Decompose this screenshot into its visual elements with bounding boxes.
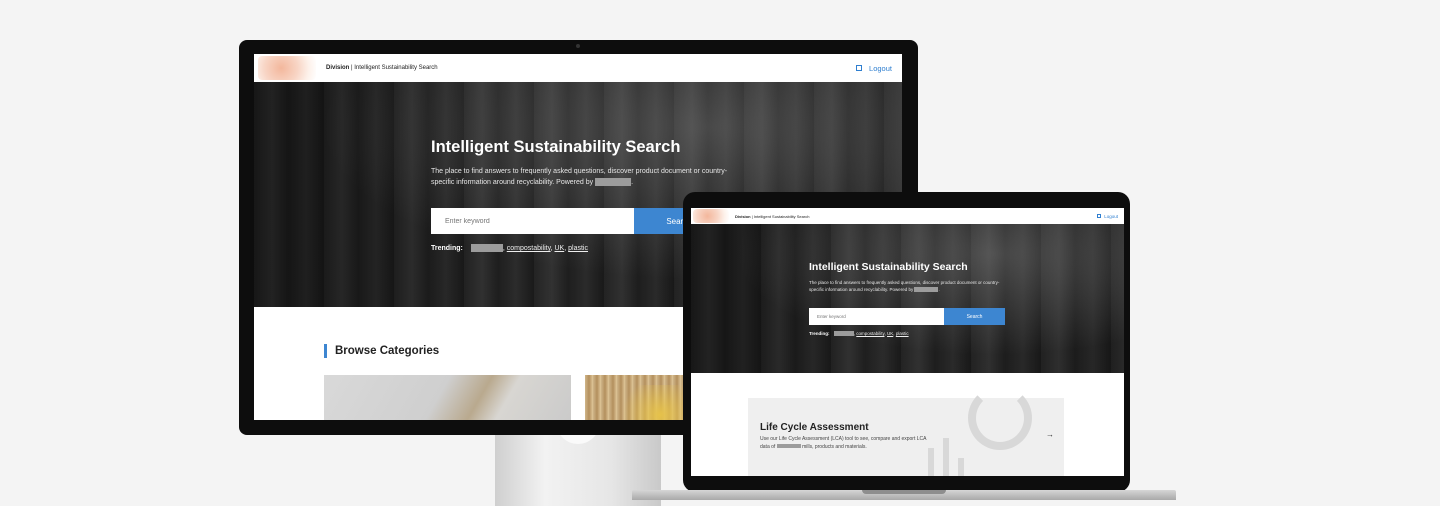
trending-label: Trending: bbox=[431, 244, 463, 252]
hero-description-end: . bbox=[938, 287, 940, 292]
brand-division: Division bbox=[735, 213, 751, 219]
browse-categories-title: Browse Categories bbox=[324, 344, 439, 358]
hero-background bbox=[691, 224, 1124, 373]
bar-graphic bbox=[958, 458, 964, 476]
redacted-text bbox=[595, 178, 632, 187]
trending-separator: , bbox=[564, 244, 567, 252]
bar-graphic bbox=[928, 448, 934, 476]
brand-product: | Intelligent Sustainability Search bbox=[750, 213, 810, 219]
redacted-trending bbox=[833, 331, 854, 337]
laptop-notch bbox=[862, 490, 946, 494]
trending-separator: , bbox=[853, 331, 856, 336]
trending-separator: , bbox=[893, 331, 895, 336]
app-header: Division | Intelligent Sustainability Se… bbox=[254, 54, 902, 82]
hero-section: Intelligent Sustainability Search The pl… bbox=[691, 224, 1124, 373]
monitor-camera bbox=[576, 44, 580, 48]
hero-description-text: The place to find answers to frequently … bbox=[431, 168, 728, 186]
trending-label: Trending: bbox=[809, 331, 830, 336]
category-card-image[interactable] bbox=[324, 375, 571, 420]
search-input[interactable] bbox=[809, 308, 944, 325]
logout-button[interactable]: Logout bbox=[856, 64, 892, 73]
trending-separator: , bbox=[550, 244, 553, 252]
hero-description: The place to find answers to frequently … bbox=[809, 279, 1009, 293]
search-button[interactable]: Search bbox=[944, 308, 1005, 325]
logout-button[interactable]: Logout bbox=[1097, 214, 1118, 219]
hero-description: The place to find answers to frequently … bbox=[431, 166, 731, 188]
logout-icon bbox=[1097, 214, 1102, 218]
hero-title: Intelligent Sustainability Search bbox=[809, 261, 968, 273]
trending-separator: , bbox=[884, 331, 886, 336]
redacted-text bbox=[776, 444, 801, 449]
laptop: Division | Intelligent Sustainability Se… bbox=[683, 192, 1130, 492]
lca-card-title: Life Cycle Assessment bbox=[760, 422, 869, 433]
search-input[interactable] bbox=[431, 208, 634, 234]
hero-description-text: The place to find answers to frequently … bbox=[809, 280, 1000, 292]
logout-label: Logout bbox=[869, 63, 892, 73]
trending-plastic[interactable]: plastic bbox=[896, 331, 909, 336]
brand-product: | Intelligent Sustainability Search bbox=[349, 65, 438, 71]
app-header: Division | Intelligent Sustainability Se… bbox=[691, 208, 1124, 224]
hero-title: Intelligent Sustainability Search bbox=[431, 138, 681, 156]
trending-compostability[interactable]: compostability bbox=[856, 331, 884, 336]
lca-card[interactable]: Life Cycle Assessment Use our Life Cycle… bbox=[748, 386, 1064, 476]
donut-graphic bbox=[968, 386, 1032, 450]
arrow-right-icon[interactable]: → bbox=[1046, 430, 1054, 439]
hero-description-end: . bbox=[631, 179, 634, 186]
laptop-screen: Division | Intelligent Sustainability Se… bbox=[691, 208, 1124, 476]
logout-label: Logout bbox=[1104, 213, 1118, 219]
header-brand: Division | Intelligent Sustainability Se… bbox=[735, 214, 809, 219]
trending-uk[interactable]: UK bbox=[555, 245, 565, 252]
brand-division: Division bbox=[326, 65, 350, 71]
bar-graphic bbox=[943, 438, 949, 476]
redacted-text bbox=[914, 287, 939, 293]
trending-compostability[interactable]: compostability bbox=[507, 245, 551, 252]
lca-desc-text-end: mills, products and materials. bbox=[802, 443, 867, 450]
company-logo bbox=[258, 56, 316, 80]
trending-separator: , bbox=[502, 244, 505, 252]
header-brand: Division | Intelligent Sustainability Se… bbox=[326, 65, 438, 71]
lca-card-description: Use our Life Cycle Assessment (LCA) tool… bbox=[760, 436, 930, 451]
trending-plastic[interactable]: plastic bbox=[568, 245, 588, 252]
logout-icon bbox=[856, 65, 863, 71]
trending-list: Trending: , compostability, UK, plastic bbox=[431, 244, 588, 252]
company-logo bbox=[693, 209, 729, 223]
trending-list: Trending: , compostability, UK, plastic bbox=[809, 331, 909, 337]
redacted-trending bbox=[470, 244, 503, 252]
